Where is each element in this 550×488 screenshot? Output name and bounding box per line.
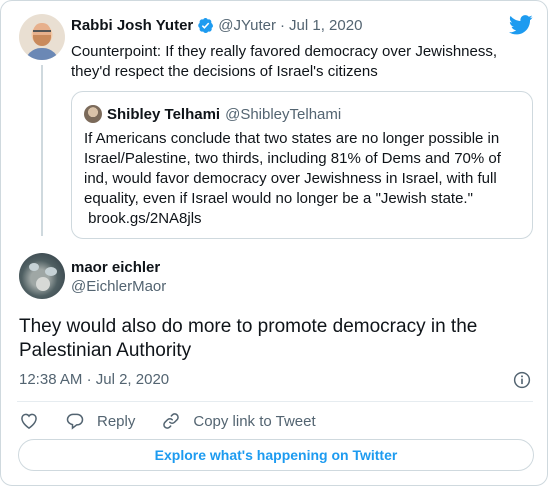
- twitter-bird-icon[interactable]: [509, 15, 533, 35]
- quoted-tweet[interactable]: Shibley Telhami @ShibleyTelhami If Ameri…: [71, 91, 533, 239]
- reply-icon: [66, 413, 84, 430]
- main-author-handle[interactable]: @EichlerMaor: [71, 278, 166, 295]
- tweet-date: Jul 2, 2020: [95, 371, 170, 388]
- parent-author-avatar[interactable]: [19, 14, 65, 60]
- timestamp-separator: ·: [86, 371, 92, 388]
- tweet-time: 12:38 AM: [19, 371, 83, 388]
- copy-link-button[interactable]: Copy link to Tweet: [161, 411, 316, 431]
- heart-icon: [21, 413, 37, 429]
- main-tweet-timestamp[interactable]: 12:38 AM · Jul 2, 2020: [19, 371, 169, 388]
- quoted-tweet-line: ind, would favor democracy over Jewishne…: [84, 170, 497, 187]
- main-tweet-text-line: Palestinian Authority: [19, 340, 192, 361]
- info-icon[interactable]: [513, 371, 531, 389]
- quoted-author-name: Shibley Telhami: [107, 105, 221, 123]
- quoted-tweet-link[interactable]: brook.gs/2NA8jls: [84, 209, 520, 229]
- header-separator: ·: [280, 17, 286, 34]
- verified-badge-icon: [198, 18, 214, 33]
- copy-link-label: Copy link to Tweet: [193, 412, 316, 430]
- main-tweet-text-line: They would also do more to promote democ…: [19, 316, 478, 337]
- quoted-tweet-line: equality, even if Israel would no longer…: [84, 190, 473, 207]
- quoted-author-avatar: [84, 105, 102, 123]
- parent-tweet-text: Counterpoint: If they really favored dem…: [71, 42, 531, 82]
- parent-author-name[interactable]: Rabbi Josh Yuter: [71, 17, 193, 34]
- parent-tweet-text-line: they'd respect the decisions of Israel's…: [71, 63, 378, 80]
- parent-author-handle[interactable]: @JYuter: [218, 17, 276, 34]
- reply-button[interactable]: Reply: [65, 411, 135, 431]
- quoted-tweet-line: Israel/Palestine, two thirds, including …: [84, 150, 501, 167]
- parent-tweet-date[interactable]: Jul 1, 2020: [289, 17, 362, 34]
- main-tweet-text: They would also do more to promote democ…: [19, 315, 531, 363]
- tweet-actions-bar: Reply Copy link to Tweet: [19, 411, 342, 431]
- parent-tweet-header: Rabbi Josh Yuter @JYuter · Jul 1, 2020: [71, 17, 362, 34]
- main-author-name[interactable]: maor eichler: [71, 259, 160, 276]
- parent-tweet-text-line: Counterpoint: If they really favored dem…: [71, 43, 498, 60]
- main-author-avatar[interactable]: [19, 253, 65, 299]
- quoted-author-handle: @ShibleyTelhami: [225, 105, 342, 123]
- thread-connector-line: [41, 65, 43, 236]
- divider: [17, 401, 533, 402]
- quoted-tweet-text: If Americans conclude that two states ar…: [84, 129, 520, 229]
- reply-label: Reply: [97, 412, 136, 430]
- tweet-embed-card: Rabbi Josh Yuter @JYuter · Jul 1, 2020 C…: [0, 0, 548, 486]
- like-button[interactable]: [19, 411, 39, 431]
- quoted-tweet-line: If Americans conclude that two states ar…: [84, 130, 500, 147]
- explore-twitter-button[interactable]: Explore what's happening on Twitter: [18, 439, 534, 471]
- quoted-tweet-header: Shibley Telhami @ShibleyTelhami: [84, 105, 341, 123]
- copy-link-icon: [163, 413, 180, 429]
